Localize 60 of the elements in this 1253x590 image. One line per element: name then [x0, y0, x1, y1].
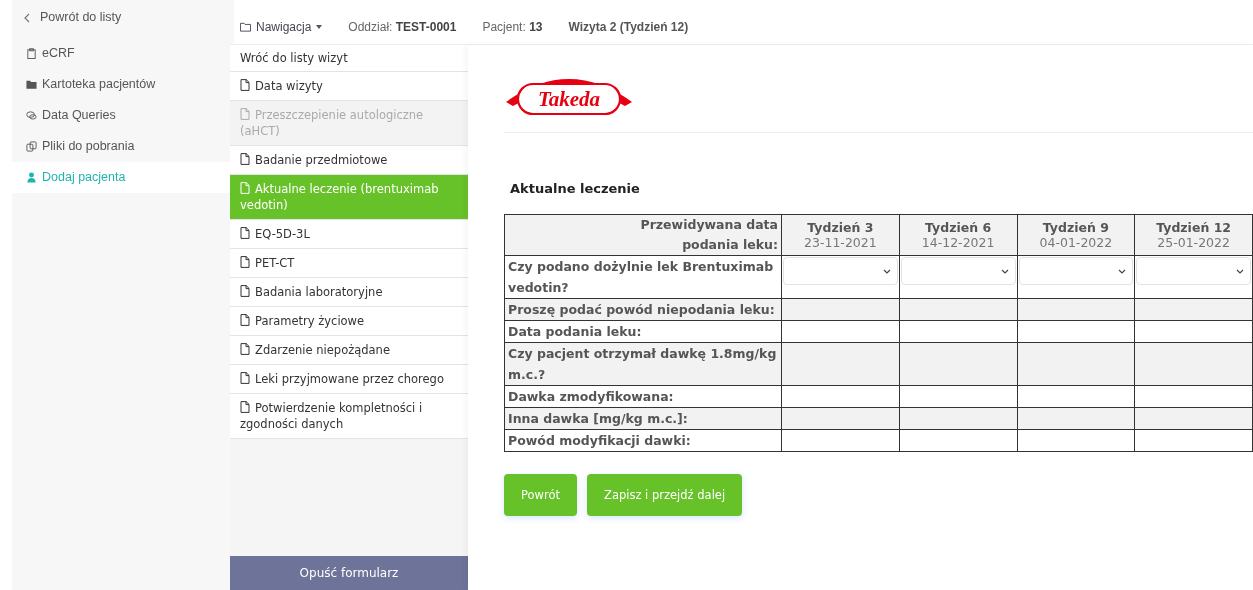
- form-menu-item[interactable]: Parametry życiowe: [230, 307, 468, 336]
- document-icon: [240, 108, 250, 120]
- document-icon: [240, 227, 250, 239]
- document-icon: [240, 79, 250, 91]
- back-to-visits-link[interactable]: Wróć do listy wizyt: [230, 45, 468, 72]
- row-label: Inna dawka [mg/kg m.c.]:: [504, 407, 782, 430]
- table-header: Przewidywana data podania leku:: [504, 214, 782, 256]
- document-icon: [240, 372, 250, 384]
- select-field[interactable]: [783, 257, 898, 285]
- week-header: Tydzień 9: [1041, 220, 1110, 235]
- chevron-down-icon: [1000, 268, 1009, 274]
- date-label: 25-01-2022: [1156, 235, 1231, 250]
- chevron-down-icon: [882, 268, 891, 274]
- document-icon: [240, 314, 250, 326]
- folder-icon: [240, 22, 251, 32]
- chevron-left-icon: [24, 13, 30, 23]
- document-icon: [240, 153, 250, 165]
- form-menu-item[interactable]: Potwierdzenie kompletności i zgodności danych: [230, 394, 468, 439]
- chevron-down-icon: [1236, 268, 1244, 274]
- document-icon: [240, 256, 250, 268]
- select-field[interactable]: [900, 257, 1016, 285]
- select-field[interactable]: [1018, 257, 1134, 285]
- form-menu-item[interactable]: PET-CT: [230, 249, 468, 278]
- document-icon: [240, 343, 250, 355]
- document-icon: [240, 285, 250, 297]
- week-header: Tydzień 6: [924, 220, 993, 235]
- date-label: 04-01-2022: [1038, 235, 1114, 250]
- form-menu-item[interactable]: Leki przyjmowane przez chorego: [230, 365, 468, 394]
- chevron-down-icon: [1118, 268, 1127, 274]
- date-label: 23-11-2021: [803, 235, 878, 250]
- row-label: Czy podano dożylnie lek Brentuximab vedotin?: [504, 255, 782, 299]
- form-menu-item[interactable]: Data wizyty: [230, 72, 468, 101]
- select-field[interactable]: [1136, 257, 1251, 285]
- document-icon: [240, 401, 250, 413]
- info-field: Pacjent: 13: [482, 20, 543, 34]
- date-label: 14-12-2021: [920, 235, 996, 250]
- visit-title: Wizyta 2 (Tydzień 12): [568, 20, 689, 34]
- section-title: Aktualne leczenie: [510, 181, 641, 196]
- row-label: Data podania leku:: [504, 320, 782, 343]
- row-label: Czy pacjent otrzymał dawkę 1.8mg/kg m.c.?: [504, 342, 782, 386]
- row-label: Powód modyfikacji dawki:: [504, 429, 782, 452]
- chat-icon: [26, 109, 37, 121]
- info-field: Oddział: TEST-0001: [348, 20, 457, 34]
- copy-icon: [26, 140, 37, 152]
- user-icon: [26, 171, 37, 183]
- form-menu-item[interactable]: Badanie przedmiotowe: [230, 146, 468, 175]
- clipboard-icon: [26, 47, 37, 59]
- back-link[interactable]: Powrót do listy: [12, 8, 234, 38]
- week-header: Tydzień 3: [806, 220, 875, 235]
- row-label: Proszę podać powód niepodania leku:: [504, 298, 782, 321]
- navigation-dropdown[interactable]: Nawigacja: [240, 20, 323, 34]
- form-menu-item[interactable]: Badania laboratoryjne: [230, 278, 468, 307]
- leave-form-button[interactable]: Opuść formularz: [230, 556, 468, 590]
- form-menu-item[interactable]: EQ-5D-3L: [230, 220, 468, 249]
- folder-icon: [26, 78, 37, 90]
- row-label: Dawka zmodyfikowana:: [504, 385, 782, 408]
- document-icon: [240, 182, 250, 194]
- caret-icon: [316, 25, 323, 29]
- week-header: Tydzień 12: [1155, 220, 1233, 235]
- form-menu-item[interactable]: Zdarzenie niepożądane: [230, 336, 468, 365]
